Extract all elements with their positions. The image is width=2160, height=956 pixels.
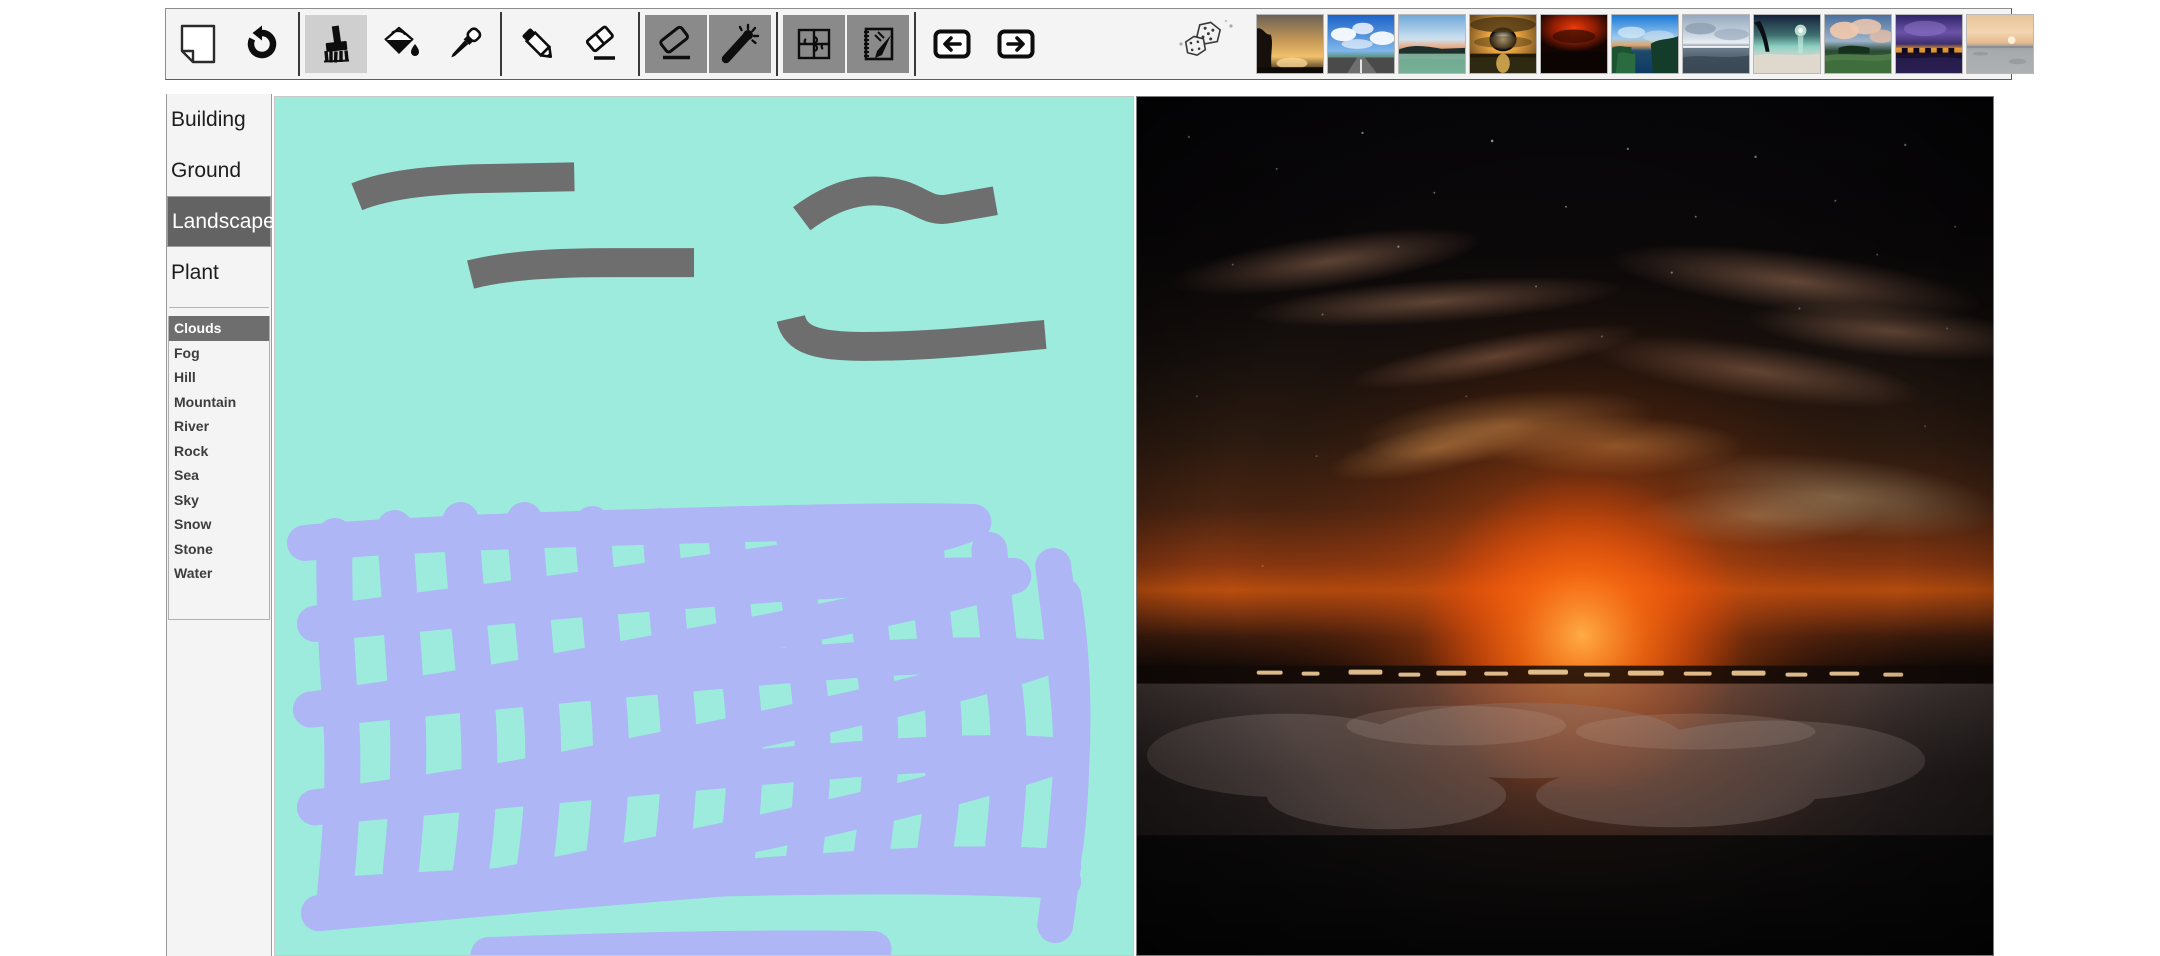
thumbnail-item[interactable] — [1966, 14, 2034, 74]
fill-button[interactable] — [369, 15, 431, 73]
thumbnail-strip — [1256, 9, 2034, 79]
thumbnail-item[interactable] — [1469, 14, 1537, 74]
category-label: Ground — [171, 159, 242, 182]
reset-button[interactable] — [231, 15, 293, 73]
eyedropper-icon — [443, 23, 485, 65]
thumbnail-item[interactable] — [1753, 14, 1821, 74]
subcategory-label: Sea — [174, 467, 199, 483]
page-icon — [179, 24, 217, 64]
subcategory-label: Mountain — [174, 393, 237, 410]
subcategory-label: Stone — [174, 540, 213, 557]
arrow-left-icon — [931, 23, 973, 65]
back-button[interactable] — [921, 15, 983, 73]
subcategory-item-stone[interactable]: Stone — [169, 537, 269, 562]
magic-wand-button[interactable] — [709, 15, 771, 73]
erase-stroke-button[interactable] — [571, 15, 633, 73]
sidebar-item-building[interactable]: Building — [167, 94, 271, 145]
eraser-button[interactable] — [645, 15, 707, 73]
subcategory-label: Water — [174, 565, 213, 581]
thumbnail-item[interactable] — [1256, 14, 1324, 74]
sidebar-item-ground[interactable]: Ground — [167, 145, 271, 196]
sketch-strokes[interactable] — [275, 97, 1133, 955]
toolbar-group-draw — [506, 9, 634, 79]
magic-wand-icon — [719, 23, 761, 65]
pencil-button[interactable] — [507, 15, 569, 73]
subcategory-label: River — [174, 418, 210, 434]
thumbnail-item[interactable] — [1611, 14, 1679, 74]
sidebar-divider — [169, 307, 269, 308]
reference-photo[interactable] — [1136, 96, 1994, 956]
toolbar-divider — [776, 12, 778, 76]
application-root: Building Ground Landscape Plant Clouds F… — [0, 0, 2160, 956]
subcategory-list-footer — [168, 585, 270, 620]
toolbar-divider — [298, 12, 300, 76]
subcategory-item-clouds[interactable]: Clouds — [169, 316, 269, 341]
reference-photo-image — [1137, 97, 1993, 955]
subcategory-label: Hill — [174, 369, 196, 385]
toolbar-group-erase — [644, 9, 772, 79]
sidebar-item-plant[interactable]: Plant — [167, 247, 271, 298]
thumbnail-item[interactable] — [1398, 14, 1466, 74]
sketch-pad-button[interactable] — [847, 15, 909, 73]
subcategory-item-mountain[interactable]: Mountain — [169, 390, 269, 415]
subcategory-item-hill[interactable]: Hill — [169, 365, 269, 390]
eyedropper-button[interactable] — [433, 15, 495, 73]
pencil-icon — [517, 23, 559, 65]
thumbnail-item[interactable] — [1895, 14, 1963, 74]
subcategory-item-sky[interactable]: Sky — [169, 488, 269, 513]
thumbnail-item[interactable] — [1540, 14, 1608, 74]
toolbar-group-paint — [304, 9, 496, 79]
grid-puzzle-icon — [793, 23, 835, 65]
category-label: Landscape — [172, 210, 275, 233]
category-label: Plant — [171, 261, 219, 284]
category-list: Building Ground Landscape Plant — [167, 94, 275, 298]
sketch-canvas[interactable] — [274, 96, 1134, 956]
subcategory-label: Clouds — [174, 320, 222, 336]
subcategory-label: Sky — [174, 491, 199, 508]
forward-button[interactable] — [985, 15, 1047, 73]
subcategory-item-rock[interactable]: Rock — [169, 439, 269, 464]
toolbar-group-history — [920, 9, 1048, 79]
toolbar-divider — [914, 12, 916, 76]
toolbar-group-view — [782, 9, 910, 79]
subcategory-item-sea[interactable]: Sea — [169, 463, 269, 488]
undo-rotate-icon — [242, 24, 282, 64]
grid-button[interactable] — [783, 15, 845, 73]
subcategory-list: Clouds Fog Hill Mountain River Rock Sea … — [168, 316, 270, 586]
eraser-line-icon — [581, 23, 623, 65]
toolbar — [165, 8, 2034, 80]
thumbnail-item[interactable] — [1682, 14, 1750, 74]
thumbnail-item[interactable] — [1327, 14, 1395, 74]
toolbar-divider — [638, 12, 640, 76]
dice-icon — [1179, 18, 1237, 71]
toolbar-group-file — [166, 9, 294, 79]
subcategory-item-snow[interactable]: Snow — [169, 512, 269, 537]
thumbnail-item[interactable] — [1824, 14, 1892, 74]
notebook-pen-icon — [857, 23, 899, 65]
randomize-button[interactable] — [1168, 15, 1248, 73]
subcategory-label: Fog — [174, 344, 200, 361]
sidebar: Building Ground Landscape Plant Clouds F… — [166, 94, 275, 956]
subcategory-item-water[interactable]: Water — [169, 561, 269, 586]
arrow-right-icon — [995, 23, 1037, 65]
subcategory-label: Snow — [174, 516, 212, 532]
brush-button[interactable] — [305, 15, 367, 73]
paintbrush-icon — [315, 23, 357, 65]
subcategory-item-fog[interactable]: Fog — [169, 341, 269, 366]
paint-bucket-icon — [379, 24, 421, 64]
subcategory-item-river[interactable]: River — [169, 414, 269, 439]
subcategory-label: Rock — [174, 442, 209, 459]
category-label: Building — [171, 108, 246, 131]
toolbar-divider — [500, 12, 502, 76]
eraser-icon — [655, 23, 697, 65]
sidebar-item-landscape[interactable]: Landscape — [167, 196, 275, 247]
new-canvas-button[interactable] — [167, 15, 229, 73]
